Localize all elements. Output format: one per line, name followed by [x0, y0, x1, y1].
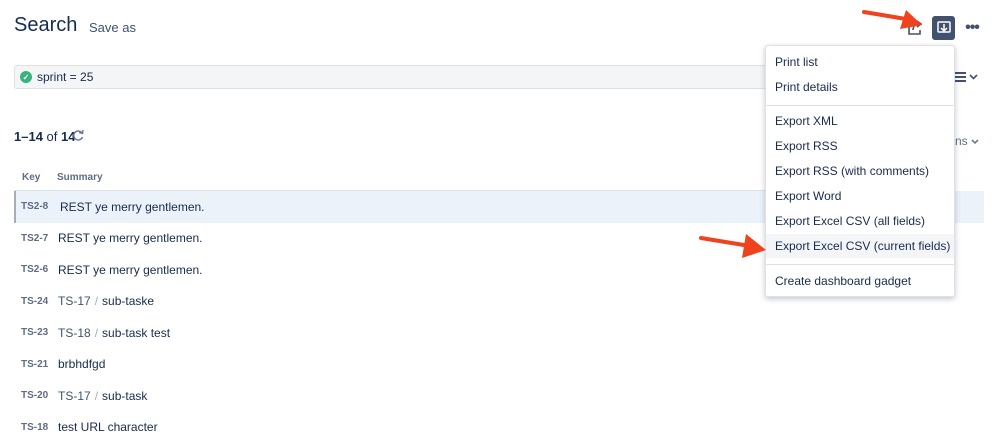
- issue-table: TS2-8 REST ye merry gentlemen. TS2-7 RES…: [14, 191, 774, 443]
- columns-button[interactable]: ns: [955, 134, 979, 148]
- parent-separator: /: [94, 388, 99, 403]
- issue-summary[interactable]: test URL character: [57, 420, 158, 434]
- parent-issue-key[interactable]: TS-17: [58, 389, 91, 403]
- issue-summary[interactable]: sub-task: [102, 389, 147, 403]
- export-dropdown-menu: Print list Print details Export XML Expo…: [765, 45, 955, 297]
- results-count: 1–14 of 14: [14, 129, 75, 144]
- issue-key[interactable]: TS-21: [14, 359, 57, 370]
- parent-issue-key[interactable]: TS-18: [58, 326, 91, 340]
- columns-label-text: ns: [955, 134, 968, 148]
- results-range: 1–14: [14, 129, 43, 144]
- annotation-arrow: [699, 234, 766, 258]
- issue-summary[interactable]: sub-task test: [102, 326, 170, 340]
- save-as-button[interactable]: Save as: [89, 20, 136, 35]
- column-header-summary[interactable]: Summary: [57, 172, 103, 183]
- parent-separator: /: [94, 325, 99, 340]
- check-circle-icon: ✓: [20, 71, 32, 83]
- table-row[interactable]: TS-20 TS-17/sub-task: [14, 380, 774, 412]
- table-row[interactable]: TS2-7 REST ye merry gentlemen.: [14, 223, 774, 255]
- menu-divider: [766, 105, 954, 106]
- table-row[interactable]: TS2-8 REST ye merry gentlemen.: [14, 191, 774, 223]
- page-title: Search: [14, 14, 78, 36]
- menu-item-print-details[interactable]: Print details: [766, 75, 954, 99]
- column-header-key[interactable]: Key: [22, 172, 40, 183]
- issue-summary[interactable]: sub-taske: [102, 294, 154, 308]
- jql-query-bar[interactable]: ✓ sprint = 25: [14, 65, 772, 89]
- issue-summary-with-parent: TS-17/sub-task: [57, 389, 147, 403]
- menu-item-export-rss-comments[interactable]: Export RSS (with comments): [766, 159, 954, 183]
- menu-item-create-gadget[interactable]: Create dashboard gadget: [766, 269, 954, 293]
- chevron-down-icon: [969, 74, 978, 80]
- issue-summary[interactable]: REST ye merry gentlemen.: [57, 231, 203, 245]
- table-row[interactable]: TS2-6 REST ye merry gentlemen.: [14, 254, 774, 286]
- issue-summary[interactable]: REST ye merry gentlemen.: [57, 263, 203, 277]
- issue-key[interactable]: TS2-6: [14, 264, 57, 275]
- table-row[interactable]: TS-23 TS-18/sub-task test: [14, 317, 774, 349]
- export-icon: [936, 21, 951, 33]
- parent-separator: /: [94, 294, 99, 309]
- issue-summary[interactable]: REST ye merry gentlemen.: [59, 200, 205, 214]
- layout-switcher[interactable]: [953, 70, 979, 84]
- more-icon: •••: [965, 19, 980, 36]
- chevron-down-icon: [971, 139, 979, 145]
- export-button[interactable]: [932, 16, 955, 40]
- annotation-arrow: [862, 10, 922, 29]
- menu-item-export-rss[interactable]: Export RSS: [766, 134, 954, 158]
- issue-key[interactable]: TS-18: [14, 422, 57, 433]
- menu-item-export-csv-all[interactable]: Export Excel CSV (all fields): [766, 209, 954, 233]
- table-row[interactable]: TS-24 TS-17/sub-taske: [14, 286, 774, 318]
- results-of: of: [46, 129, 58, 144]
- table-row[interactable]: TS-21 brbhdfgd: [14, 349, 774, 381]
- parent-issue-key[interactable]: TS-17: [58, 294, 91, 308]
- issue-summary[interactable]: brbhdfgd: [57, 357, 105, 371]
- list-view-icon: [953, 72, 966, 82]
- issue-summary-with-parent: TS-17/sub-taske: [57, 294, 154, 308]
- issue-key[interactable]: TS-24: [14, 296, 57, 307]
- more-actions-button[interactable]: •••: [962, 16, 982, 40]
- issue-key[interactable]: TS2-8: [16, 201, 59, 212]
- issue-key[interactable]: TS-20: [14, 390, 57, 401]
- menu-item-export-csv-current[interactable]: Export Excel CSV (current fields): [766, 234, 954, 258]
- issue-key[interactable]: TS2-7: [14, 233, 57, 244]
- jql-query-text: sprint = 25: [37, 70, 94, 84]
- menu-divider: [766, 264, 954, 265]
- menu-item-export-xml[interactable]: Export XML: [766, 109, 954, 133]
- menu-item-print-list[interactable]: Print list: [766, 50, 954, 74]
- menu-item-export-word[interactable]: Export Word: [766, 184, 954, 208]
- issue-key[interactable]: TS-23: [14, 327, 57, 338]
- refresh-icon[interactable]: [71, 128, 85, 142]
- issue-summary-with-parent: TS-18/sub-task test: [57, 326, 170, 340]
- table-row[interactable]: TS-18 test URL character: [14, 412, 774, 443]
